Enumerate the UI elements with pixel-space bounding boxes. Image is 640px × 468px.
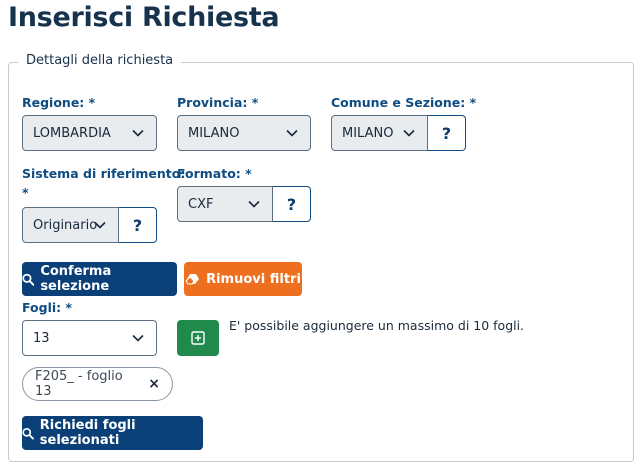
chevron-down-icon — [286, 129, 298, 137]
regione-label: Regione: * — [22, 95, 96, 110]
sistema-label: Sistema di riferimento: * — [22, 164, 185, 202]
sistema-label-line2: * — [22, 185, 29, 200]
comune-help-button[interactable]: ? — [428, 115, 466, 151]
fogli-select[interactable]: 13 — [22, 320, 157, 356]
chevron-down-icon — [94, 221, 106, 229]
comune-label: Comune e Sezione: * — [331, 95, 477, 110]
comune-select[interactable]: MILANO — [331, 115, 428, 151]
search-icon — [22, 273, 35, 286]
selected-foglio-label: F205_ - foglio 13 — [35, 369, 123, 399]
fogli-label: Fogli: * — [22, 300, 73, 315]
fogli-max-note: E' possibile aggiungere un massimo di 10… — [229, 318, 525, 333]
chevron-down-icon — [132, 334, 144, 342]
confirm-selection-label: Conferma selezione — [40, 264, 112, 294]
close-icon[interactable]: × — [148, 376, 160, 392]
formato-help-button[interactable]: ? — [273, 186, 311, 222]
search-icon — [22, 427, 34, 439]
formato-select[interactable]: CXF — [177, 186, 273, 222]
provincia-select[interactable]: MILANO — [177, 115, 311, 151]
remove-filters-label: Rimuovi filtri — [206, 271, 301, 287]
selected-foglio-chip: F205_ - foglio 13 × — [22, 367, 173, 401]
sistema-label-line1: Sistema di riferimento: — [22, 166, 186, 181]
plus-square-icon — [191, 331, 205, 345]
provincia-label: Provincia: * — [177, 95, 259, 110]
request-selected-sheets-button[interactable]: Richiedi fogli selezionati — [22, 416, 203, 450]
regione-select[interactable]: LOMBARDIA — [22, 115, 157, 151]
chevron-down-icon — [248, 200, 260, 208]
page-title: Inserisci Richiesta — [8, 2, 280, 33]
chevron-down-icon — [132, 129, 144, 137]
add-foglio-button[interactable] — [177, 320, 219, 356]
sistema-select[interactable]: Originario — [22, 207, 119, 243]
eraser-icon — [185, 274, 200, 285]
formato-label: Formato: * — [177, 166, 252, 181]
remove-filters-button[interactable]: Rimuovi filtri — [184, 262, 302, 296]
chevron-down-icon — [403, 129, 415, 137]
sistema-help-button[interactable]: ? — [119, 207, 157, 243]
fieldset-legend: Dettagli della richiesta — [18, 53, 182, 68]
confirm-selection-button[interactable]: Conferma selezione — [22, 262, 177, 296]
request-selected-sheets-label: Richiedi fogli selezionati — [39, 418, 136, 448]
